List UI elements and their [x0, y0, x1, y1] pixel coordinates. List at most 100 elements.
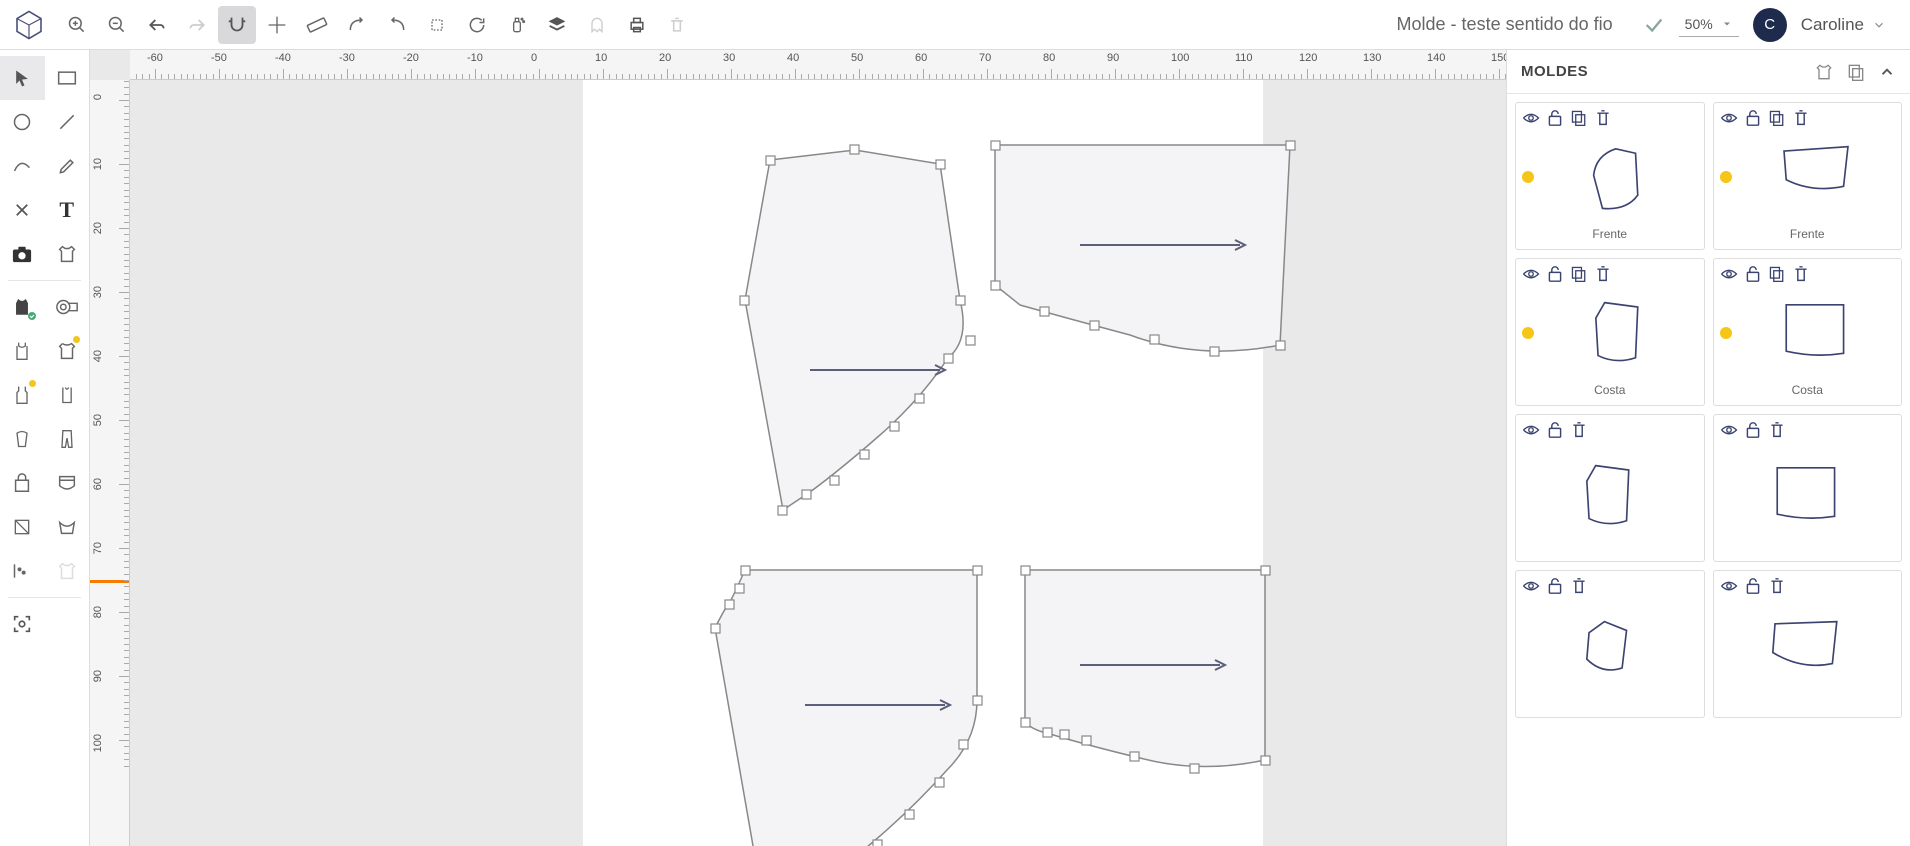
- mold-card[interactable]: [1713, 414, 1903, 562]
- pattern-button[interactable]: [418, 6, 456, 44]
- trash-icon[interactable]: [1570, 421, 1588, 439]
- pattern-piece-2[interactable]: [980, 135, 1310, 415]
- lock-icon[interactable]: [1744, 577, 1762, 595]
- apply-check-icon[interactable]: [1643, 14, 1665, 36]
- trash-icon[interactable]: [1594, 265, 1612, 283]
- redo-button[interactable]: [178, 6, 216, 44]
- text-tool[interactable]: T: [45, 188, 90, 232]
- ruler-tick: 60: [915, 52, 927, 64]
- curve-draw-tool[interactable]: [0, 144, 45, 188]
- notch-tool[interactable]: [0, 505, 45, 549]
- spray-button[interactable]: [498, 6, 536, 44]
- eye-icon[interactable]: [1522, 109, 1540, 127]
- line-tool[interactable]: [45, 100, 90, 144]
- sleeve-tool[interactable]: [0, 417, 45, 461]
- document-title: Molde - teste sentido do fio: [1397, 14, 1613, 35]
- mold-card[interactable]: [1515, 414, 1705, 562]
- trash-icon[interactable]: [1792, 109, 1810, 127]
- trash-icon[interactable]: [1768, 577, 1786, 595]
- eye-icon[interactable]: [1522, 421, 1540, 439]
- copy-icon[interactable]: [1768, 265, 1786, 283]
- garment-icon[interactable]: [1814, 62, 1834, 82]
- user-avatar[interactable]: C: [1753, 8, 1787, 42]
- app-logo[interactable]: [8, 4, 50, 46]
- lock-icon[interactable]: [1546, 577, 1564, 595]
- ruler-tick: 110: [1235, 52, 1253, 64]
- copy-icon[interactable]: [1570, 265, 1588, 283]
- vest-tool[interactable]: [45, 373, 90, 417]
- mold-label: [1522, 553, 1698, 555]
- lock-icon[interactable]: [1744, 421, 1762, 439]
- garment-tool[interactable]: [45, 232, 90, 276]
- eye-icon[interactable]: [1522, 265, 1540, 283]
- rectangle-tool[interactable]: [45, 56, 90, 100]
- lock-icon[interactable]: [1546, 109, 1564, 127]
- canvas[interactable]: [130, 80, 1506, 846]
- ruler-button[interactable]: [298, 6, 336, 44]
- mold-card[interactable]: Frente: [1515, 102, 1705, 250]
- eye-icon[interactable]: [1720, 577, 1738, 595]
- copy-icon[interactable]: [1846, 62, 1866, 82]
- eye-icon[interactable]: [1720, 265, 1738, 283]
- select-tool[interactable]: [0, 56, 45, 100]
- collapse-icon[interactable]: [1878, 63, 1896, 81]
- pattern-piece-4[interactable]: [1010, 560, 1300, 820]
- refresh-button[interactable]: [458, 6, 496, 44]
- pencil-tool[interactable]: [45, 144, 90, 188]
- tape-tool[interactable]: [45, 285, 90, 329]
- zoom-value: 50%: [1685, 16, 1713, 32]
- trash-icon[interactable]: [1768, 421, 1786, 439]
- bodice-tool[interactable]: [0, 285, 45, 329]
- snap-button[interactable]: [218, 6, 256, 44]
- user-menu[interactable]: Caroline: [1801, 15, 1886, 35]
- lock-icon[interactable]: [1546, 421, 1564, 439]
- zoom-select[interactable]: 50%: [1679, 12, 1739, 37]
- top-tools-group: [58, 6, 696, 44]
- zoom-out-button[interactable]: [98, 6, 136, 44]
- pattern-piece-3[interactable]: [695, 560, 1035, 846]
- camera-tool[interactable]: [0, 232, 45, 276]
- copy-icon[interactable]: [1570, 109, 1588, 127]
- ruler-tick: 70: [979, 52, 991, 64]
- mold-thumbnail: [1522, 127, 1698, 227]
- ruler-tick: 70: [92, 542, 104, 554]
- mirror-button[interactable]: [378, 6, 416, 44]
- undo-button[interactable]: [138, 6, 176, 44]
- mold-card[interactable]: [1515, 570, 1705, 718]
- pocket-tool[interactable]: [45, 461, 90, 505]
- shirt-variant-tool[interactable]: [45, 329, 90, 373]
- pattern-piece-1[interactable]: [690, 140, 1030, 560]
- top-tool[interactable]: [0, 373, 45, 417]
- close-tool[interactable]: [0, 188, 45, 232]
- trash-icon[interactable]: [1792, 265, 1810, 283]
- ruler-tick: -10: [467, 52, 483, 64]
- trash-icon[interactable]: [1570, 577, 1588, 595]
- ellipse-tool[interactable]: [0, 100, 45, 144]
- zoom-in-button[interactable]: [58, 6, 96, 44]
- print-button[interactable]: [618, 6, 656, 44]
- pants-tool[interactable]: [45, 417, 90, 461]
- lock-icon[interactable]: [1546, 265, 1564, 283]
- trash-icon[interactable]: [1594, 109, 1612, 127]
- copy-icon[interactable]: [1768, 109, 1786, 127]
- mold-card[interactable]: Costa: [1515, 258, 1705, 406]
- trash-button[interactable]: [658, 6, 696, 44]
- molds-grid: FrenteFrenteCostaCosta: [1507, 94, 1910, 846]
- collar-tool[interactable]: [45, 505, 90, 549]
- tank-tool[interactable]: [0, 329, 45, 373]
- lock-icon[interactable]: [1744, 265, 1762, 283]
- eye-icon[interactable]: [1720, 109, 1738, 127]
- ghost-button[interactable]: [578, 6, 616, 44]
- chart-tool[interactable]: [0, 549, 45, 593]
- crosshair-button[interactable]: [258, 6, 296, 44]
- curve-button[interactable]: [338, 6, 376, 44]
- scan-tool[interactable]: [0, 602, 45, 646]
- mold-card[interactable]: Costa: [1713, 258, 1903, 406]
- eye-icon[interactable]: [1522, 577, 1540, 595]
- bag-tool[interactable]: [0, 461, 45, 505]
- layers-button[interactable]: [538, 6, 576, 44]
- mold-card[interactable]: Frente: [1713, 102, 1903, 250]
- lock-icon[interactable]: [1744, 109, 1762, 127]
- eye-icon[interactable]: [1720, 421, 1738, 439]
- mold-card[interactable]: [1713, 570, 1903, 718]
